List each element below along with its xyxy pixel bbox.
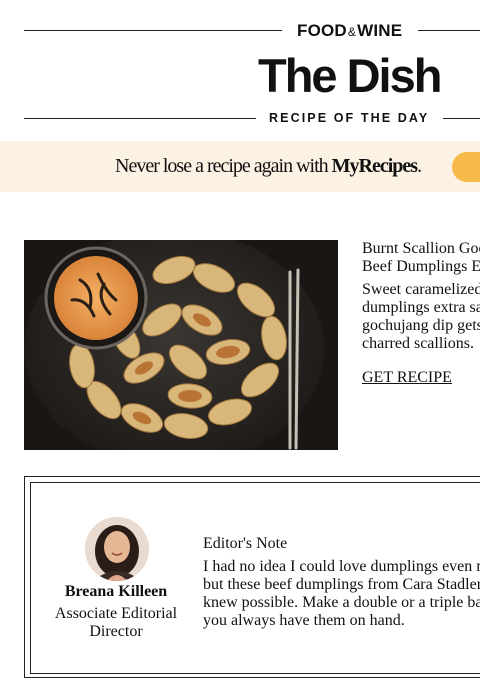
author-role: Associate Editorial Director <box>54 605 178 640</box>
promo-brand-name: MyRecipes <box>331 155 418 177</box>
recipe-details: Burnt Scallion Goc Beef Dumplings E Swee… <box>362 240 480 387</box>
editors-note-body: I had no idea I could love dumplings eve… <box>203 558 480 629</box>
newsletter-subtitle: RECIPE OF THE DAY <box>269 111 430 125</box>
masthead-rule-bottom-right <box>443 118 480 119</box>
newsletter-title: The Dish <box>258 49 442 102</box>
masthead: FOOD&WINE The Dish RECIPE OF THE DAY <box>0 0 480 140</box>
brand-logo-right: WINE <box>357 21 403 40</box>
get-recipe-link[interactable]: GET RECIPE <box>362 369 452 387</box>
dumplings-photo-icon[interactable] <box>24 240 338 450</box>
recipe-description: Sweet caramelized dumplings extra sa goc… <box>362 281 480 352</box>
author-avatar-icon <box>85 517 149 581</box>
recipe-title[interactable]: Burnt Scallion Goc Beef Dumplings E <box>362 240 480 276</box>
promo-banner: Never lose a recipe again with MyRecipes… <box>0 141 480 192</box>
promo-text-lead: Never lose a recipe again with <box>115 155 332 177</box>
author-avatar-illustration <box>85 517 149 581</box>
promo-text-end: . <box>417 155 422 177</box>
brand-logo-ampersand: & <box>347 25 357 39</box>
brand-logo[interactable]: FOOD&WINE <box>297 21 402 41</box>
masthead-rule-top-left <box>24 30 282 31</box>
author-name: Breana Killeen <box>64 583 168 600</box>
promo-cta-button[interactable] <box>452 152 480 182</box>
editors-note-box: Breana Killeen Associate Editorial Direc… <box>24 476 480 678</box>
promo-text: Never lose a recipe again with MyRecipes… <box>115 155 422 178</box>
editors-note-heading: Editor's Note <box>203 535 288 552</box>
masthead-rule-bottom-left <box>24 118 256 119</box>
masthead-rule-top-right <box>418 30 480 31</box>
brand-logo-left: FOOD <box>297 21 347 40</box>
dumplings-photo-illustration <box>24 240 338 450</box>
editors-note-inner-border: Breana Killeen Associate Editorial Direc… <box>30 482 480 674</box>
